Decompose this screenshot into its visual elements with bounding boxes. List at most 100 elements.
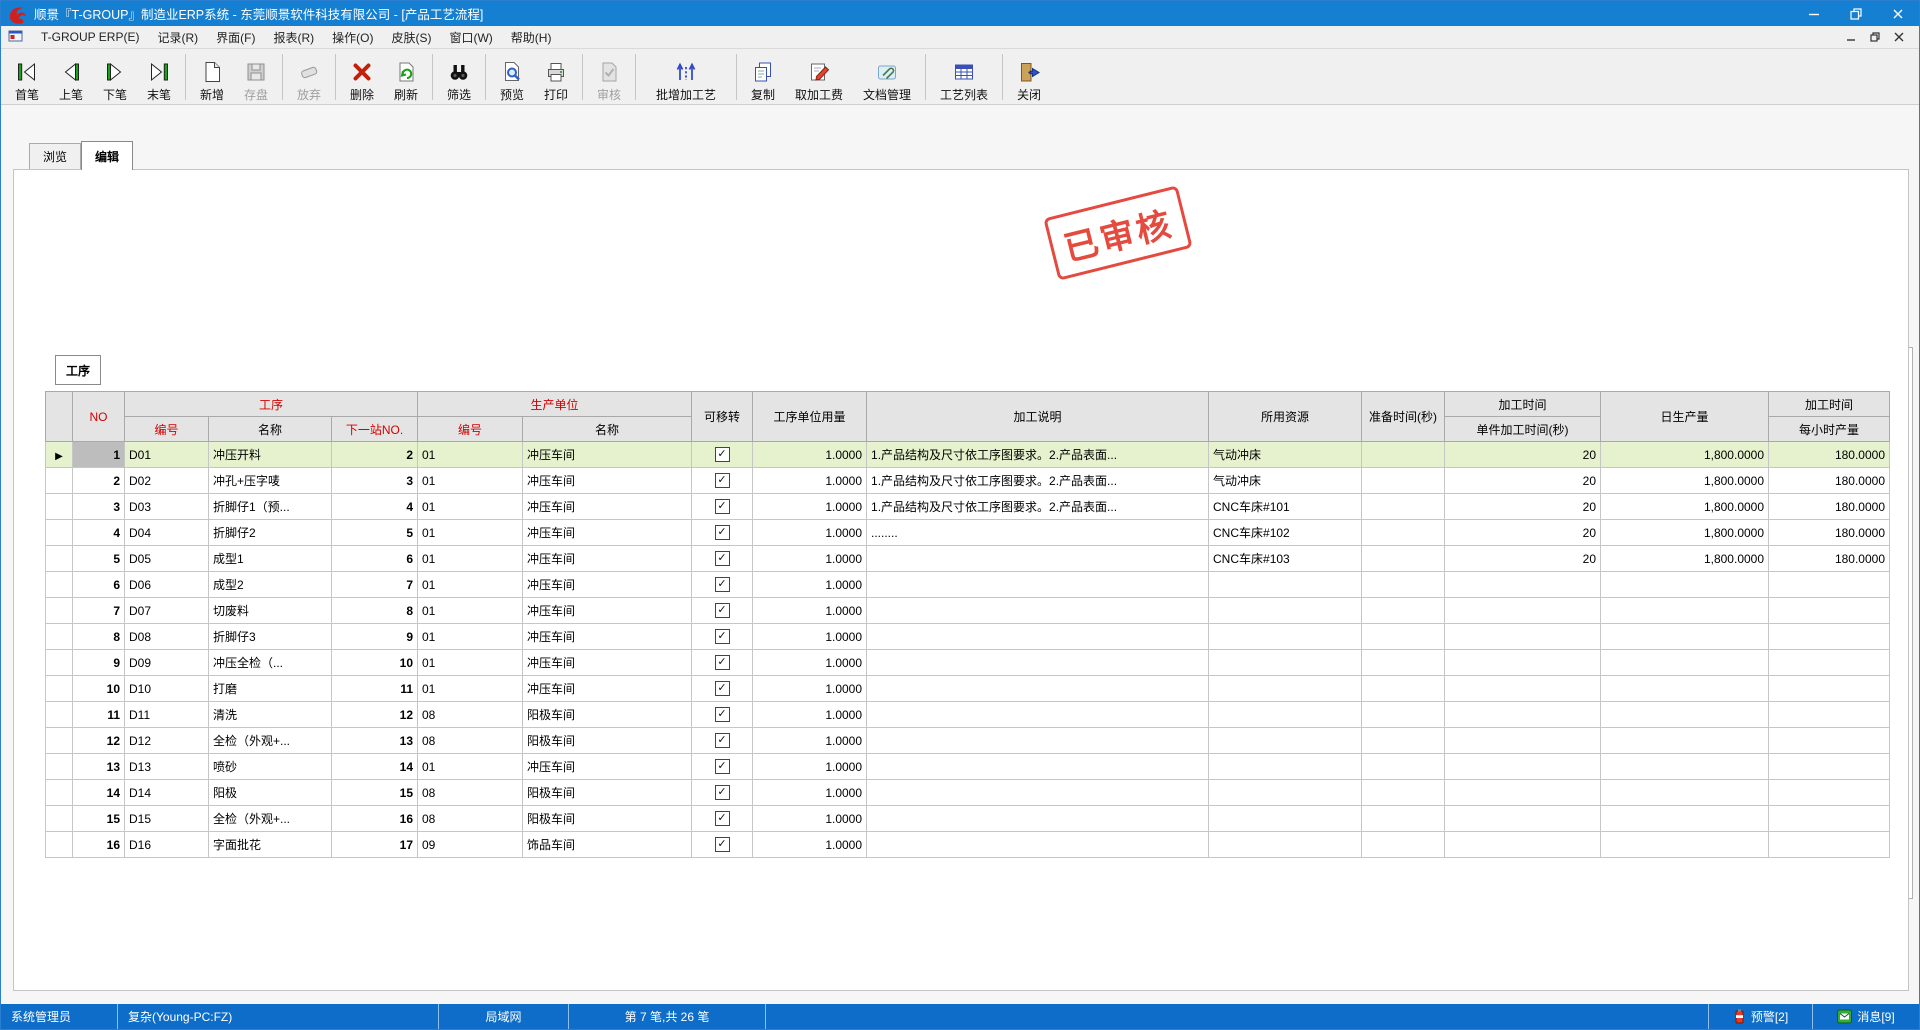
grid-cell[interactable] [1601,780,1769,806]
grid-cell[interactable]: D08 [125,624,209,650]
delete-button[interactable]: 删除 [340,50,384,104]
movable-checkbox[interactable]: ✓ [715,837,730,852]
grid-cell[interactable]: 气动冲床 [1209,468,1362,494]
col-header-next-no[interactable]: 下一站NO. [332,417,418,442]
grid-cell[interactable]: 180.0000 [1769,520,1890,546]
row-indicator-cell[interactable] [46,650,73,676]
row-indicator-cell[interactable] [46,676,73,702]
grid-cell[interactable]: 12 [73,728,125,754]
grid-cell[interactable]: 11 [332,676,418,702]
grid-cell[interactable]: 1 [73,442,125,468]
grid-cell[interactable] [1209,780,1362,806]
grid-row[interactable]: 11D11清洗1208阳极车间✓1.0000 [46,702,1890,728]
row-indicator-cell[interactable] [46,468,73,494]
grid-cell[interactable]: 09 [418,832,523,858]
grid-row[interactable]: 13D13喷砂1401冲压车间✓1.0000 [46,754,1890,780]
close-button[interactable] [1877,1,1919,26]
movable-checkbox[interactable]: ✓ [715,473,730,488]
grid-cell[interactable] [1769,624,1890,650]
grid-cell[interactable] [867,572,1209,598]
grid-cell[interactable]: 冲压车间 [523,598,692,624]
filter-button[interactable]: 筛选 [437,50,481,104]
grid-cell[interactable] [1769,806,1890,832]
col-header-desc[interactable]: 加工说明 [867,392,1209,442]
menu-item-help[interactable]: 帮助(H) [502,27,561,48]
movable-checkbox[interactable]: ✓ [715,811,730,826]
grid-cell[interactable] [1209,598,1362,624]
grid-cell[interactable]: ✓ [692,624,753,650]
grid-cell[interactable] [1445,806,1601,832]
grid-cell[interactable]: D03 [125,494,209,520]
grid-cell[interactable]: CNC车床#101 [1209,494,1362,520]
grid-cell[interactable]: 13 [73,754,125,780]
grid-cell[interactable] [1362,702,1445,728]
grid-cell[interactable] [1769,754,1890,780]
grid-row[interactable]: 14D14阳极1508阳极车间✓1.0000 [46,780,1890,806]
grid-cell[interactable]: 9 [332,624,418,650]
col-header-resource[interactable]: 所用资源 [1209,392,1362,442]
grid-cell[interactable]: 14 [73,780,125,806]
grid-cell[interactable]: 2 [332,442,418,468]
grid-cell[interactable]: 阳极车间 [523,728,692,754]
prev-record-button[interactable]: 上笔 [49,50,93,104]
grid-cell[interactable]: 成型2 [209,572,332,598]
menu-item-window[interactable]: 窗口(W) [440,27,501,48]
grid-cell[interactable]: ✓ [692,754,753,780]
grid-cell[interactable] [867,650,1209,676]
grid-cell[interactable]: 20 [1445,442,1601,468]
grid-cell[interactable]: 01 [418,624,523,650]
grid-cell[interactable] [1362,832,1445,858]
grid-cell[interactable]: D02 [125,468,209,494]
row-indicator-cell[interactable] [46,754,73,780]
grid-cell[interactable]: 01 [418,494,523,520]
restore-button[interactable] [1835,1,1877,26]
grid-cell[interactable] [1601,676,1769,702]
grid-cell[interactable]: 1.0000 [753,520,867,546]
grid-cell[interactable]: 6 [73,572,125,598]
grid-cell[interactable]: 1.0000 [753,442,867,468]
grid-cell[interactable]: ✓ [692,546,753,572]
grid-cell[interactable] [1445,572,1601,598]
grid-row[interactable]: 3D03折脚仔1（预...401冲压车间✓1.00001.产品结构及尺寸依工序图… [46,494,1890,520]
grid-cell[interactable]: 1,800.0000 [1601,494,1769,520]
get-processing-fee-button[interactable]: 取加工费 [785,50,853,104]
col-header-unit-code[interactable]: 编号 [418,417,523,442]
last-record-button[interactable]: 末笔 [137,50,181,104]
grid-cell[interactable]: 1.0000 [753,676,867,702]
menu-item-operation[interactable]: 操作(O) [323,27,382,48]
grid-cell[interactable]: 3 [332,468,418,494]
grid-row[interactable]: 10D10打磨1101冲压车间✓1.0000 [46,676,1890,702]
grid-cell[interactable] [1601,728,1769,754]
row-indicator-cell[interactable] [46,780,73,806]
grid-cell[interactable]: 5 [73,546,125,572]
grid-cell[interactable]: 08 [418,806,523,832]
grid-cell[interactable] [1209,832,1362,858]
grid-cell[interactable]: 1.0000 [753,806,867,832]
grid-cell[interactable]: 2 [73,468,125,494]
grid-cell[interactable] [1445,598,1601,624]
statusbar-message[interactable]: 消息[9] [1813,1004,1919,1029]
col-header-process-code[interactable]: 编号 [125,417,209,442]
grid-cell[interactable] [1769,832,1890,858]
grid-cell[interactable]: 1.0000 [753,624,867,650]
grid-cell[interactable]: 1.产品结构及尺寸依工序图要求。2.产品表面... [867,468,1209,494]
row-indicator-cell[interactable] [46,624,73,650]
grid-cell[interactable]: 7 [73,598,125,624]
grid-cell[interactable] [867,806,1209,832]
grid-cell[interactable]: D06 [125,572,209,598]
grid-cell[interactable]: 冲压车间 [523,624,692,650]
grid-cell[interactable] [1209,806,1362,832]
print-button[interactable]: 打印 [534,50,578,104]
grid-cell[interactable] [867,832,1209,858]
row-indicator-cell[interactable] [46,546,73,572]
grid-cell[interactable]: 11 [73,702,125,728]
grid-cell[interactable]: 17 [332,832,418,858]
grid-cell[interactable]: 13 [332,728,418,754]
grid-cell[interactable]: 15 [73,806,125,832]
grid-cell[interactable]: ✓ [692,468,753,494]
grid-cell[interactable]: 打磨 [209,676,332,702]
grid-cell[interactable]: 1.0000 [753,728,867,754]
grid-cell[interactable]: ✓ [692,650,753,676]
grid-cell[interactable]: CNC车床#103 [1209,546,1362,572]
grid-cell[interactable] [1362,520,1445,546]
